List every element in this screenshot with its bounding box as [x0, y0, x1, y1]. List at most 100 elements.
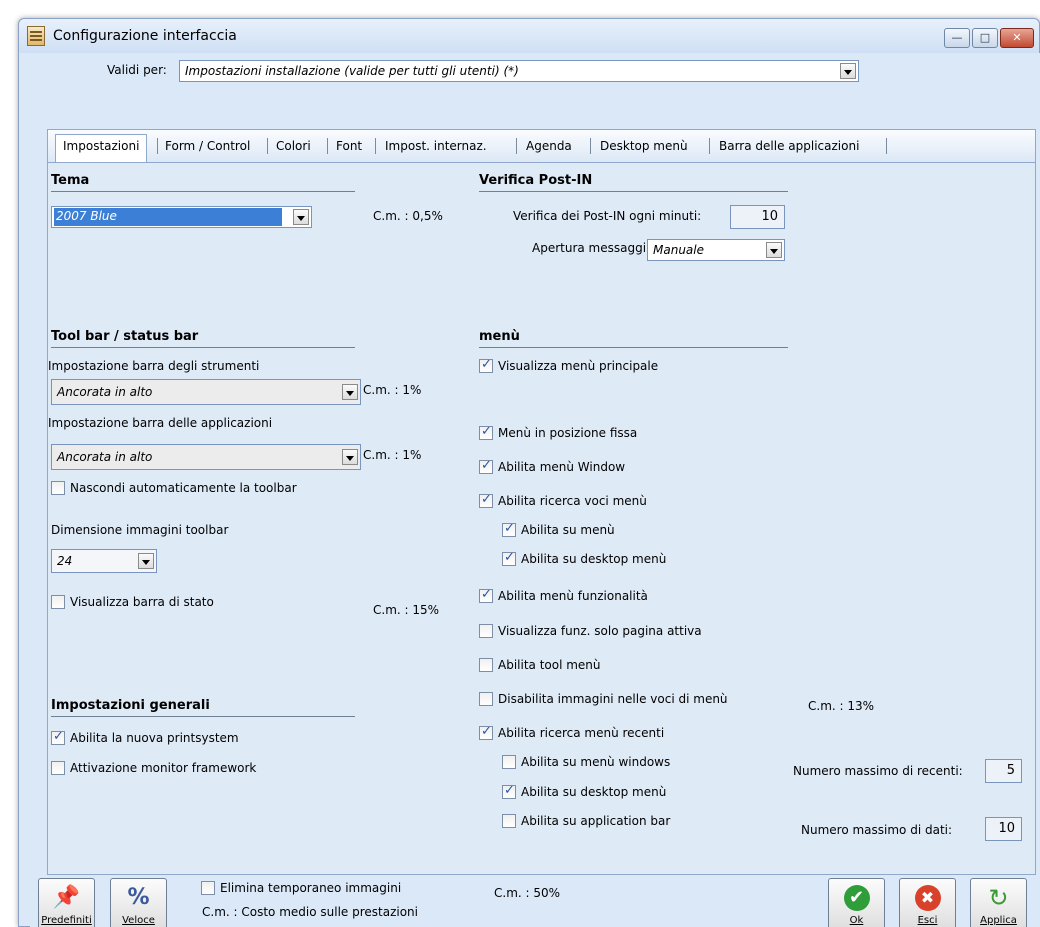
checkbox-box[interactable]: [502, 783, 516, 799]
elimina-temporaneo-label: Elimina temporaneo immagini: [220, 881, 402, 895]
max-dati-field[interactable]: 10: [985, 817, 1022, 841]
dimensione-immagini-label: Dimensione immagini toolbar: [51, 523, 229, 537]
barra-applicazioni-cost: C.m. : 1%: [363, 448, 422, 462]
chevron-down-icon[interactable]: [342, 449, 358, 465]
toolbar-header: Tool bar / status bar: [51, 329, 355, 348]
checkbox-box[interactable]: [479, 424, 493, 440]
tab-impostazioni[interactable]: Impostazioni: [55, 134, 148, 163]
applica-button[interactable]: ↻ Applica: [970, 878, 1027, 927]
menu-principale-checkbox[interactable]: Visualizza menù principale: [479, 357, 659, 373]
refresh-icon: ↻: [988, 884, 1009, 912]
tab-impost-internaz[interactable]: Impost. internaz.: [380, 137, 492, 157]
chevron-down-icon[interactable]: [138, 553, 154, 569]
checkbox-box[interactable]: [51, 729, 65, 745]
menu-window-checkbox[interactable]: Abilita menù Window: [479, 458, 625, 474]
dialog-window: Configurazione interfaccia — □ ✕ Validi …: [18, 18, 1040, 927]
postin-minuti-label: Verifica dei Post-IN ogni minuti:: [513, 209, 702, 223]
validi-select[interactable]: Impostazioni installazione (valide per t…: [179, 60, 859, 82]
applica-label: Applica: [980, 915, 1017, 926]
checkbox-box[interactable]: [502, 521, 516, 537]
disabilita-immagini-checkbox[interactable]: Disabilita immagini nelle voci di menù: [479, 692, 728, 706]
monitor-framework-checkbox[interactable]: Attivazione monitor framework: [51, 761, 256, 775]
checkbox-box[interactable]: [479, 357, 493, 373]
recenti-appbar-label: Abilita su application bar: [521, 814, 671, 828]
percent-icon: %: [127, 885, 150, 910]
checkbox-box[interactable]: [51, 595, 65, 609]
validi-value: Impostazioni installazione (valide per t…: [185, 64, 519, 78]
tab-separator: [709, 138, 710, 154]
tool-menu-checkbox[interactable]: Abilita tool menù: [479, 658, 601, 672]
title-bar[interactable]: Configurazione interfaccia — □ ✕: [19, 19, 1039, 53]
veloce-button[interactable]: % Veloce: [110, 878, 167, 927]
checkbox-box[interactable]: [479, 658, 493, 672]
recenti-desktop-label: Abilita su desktop menù: [521, 785, 667, 799]
chevron-down-icon[interactable]: [342, 384, 358, 400]
funz-pagina-attiva-label: Visualizza funz. solo pagina attiva: [498, 624, 702, 638]
checkbox-box[interactable]: [479, 587, 493, 603]
close-button[interactable]: ✕: [1000, 28, 1034, 48]
ricerca-recenti-checkbox[interactable]: Abilita ricerca menù recenti: [479, 724, 664, 740]
checkbox-box[interactable]: [51, 761, 65, 775]
ok-button[interactable]: ✔ Ok: [828, 878, 885, 927]
checkbox-box[interactable]: [479, 692, 493, 706]
checkbox-box[interactable]: [479, 724, 493, 740]
elimina-temporaneo-checkbox[interactable]: Elimina temporaneo immagini: [201, 881, 401, 895]
tab-barra-applicazioni[interactable]: Barra delle applicazioni: [714, 137, 864, 157]
checkbox-box[interactable]: [502, 755, 516, 769]
dimensione-immagini-select[interactable]: 24: [51, 549, 157, 573]
esci-button[interactable]: ✖ Esci: [899, 878, 956, 927]
recenti-appbar-checkbox[interactable]: Abilita su application bar: [502, 814, 670, 828]
tema-header: Tema: [51, 173, 355, 192]
ricerca-su-desktop-checkbox[interactable]: Abilita su desktop menù: [502, 550, 666, 566]
checkbox-box[interactable]: [479, 458, 493, 474]
minimize-button[interactable]: —: [944, 28, 970, 48]
tab-agenda[interactable]: Agenda: [521, 137, 577, 157]
ok-label: Ok: [849, 915, 864, 926]
checkbox-box[interactable]: [502, 814, 516, 828]
funz-pagina-attiva-checkbox[interactable]: Visualizza funz. solo pagina attiva: [479, 624, 702, 638]
checkbox-box[interactable]: [479, 492, 493, 508]
ricerca-su-menu-checkbox[interactable]: Abilita su menù: [502, 521, 615, 537]
postin-minuti-field[interactable]: 10: [730, 205, 785, 229]
max-recenti-field[interactable]: 5: [985, 759, 1022, 783]
ricerca-voci-label: Abilita ricerca voci menù: [498, 494, 647, 508]
tab-form-control[interactable]: Form / Control: [160, 137, 255, 157]
veloce-label: Veloce: [122, 915, 155, 926]
chevron-down-icon[interactable]: [766, 242, 782, 258]
recenti-menu-windows-checkbox[interactable]: Abilita su menù windows: [502, 755, 670, 769]
ricerca-voci-checkbox[interactable]: Abilita ricerca voci menù: [479, 492, 647, 508]
menu-fissa-checkbox[interactable]: Menù in posizione fissa: [479, 424, 637, 440]
tema-value: 2007 Blue: [54, 208, 282, 226]
tab-colori[interactable]: Colori: [271, 137, 316, 157]
window-title: Configurazione interfaccia: [53, 28, 237, 44]
tab-desktop-menu[interactable]: Desktop menù: [595, 137, 693, 157]
printsystem-checkbox[interactable]: Abilita la nuova printsystem: [51, 729, 239, 745]
barra-applicazioni-value: Ancorata in alto: [57, 450, 153, 464]
checkbox-box[interactable]: [201, 881, 215, 895]
tab-separator: [375, 138, 376, 154]
menu-funzionalita-label: Abilita menù funzionalità: [498, 589, 648, 603]
recenti-desktop-checkbox[interactable]: Abilita su desktop menù: [502, 783, 667, 799]
tab-separator: [327, 138, 328, 154]
tab-font[interactable]: Font: [331, 137, 367, 157]
apertura-select[interactable]: Manuale: [647, 239, 785, 261]
elimina-temporaneo-cost: C.m. : 50%: [494, 886, 561, 900]
maximize-button[interactable]: □: [972, 28, 998, 48]
barra-applicazioni-select[interactable]: Ancorata in alto: [51, 444, 361, 470]
chevron-down-icon[interactable]: [840, 63, 856, 79]
chevron-down-icon[interactable]: [293, 209, 309, 225]
checkbox-box[interactable]: [51, 481, 65, 495]
nascondi-toolbar-checkbox[interactable]: Nascondi automaticamente la toolbar: [51, 481, 297, 495]
predefiniti-button[interactable]: 📌 Predefiniti: [38, 878, 95, 927]
document-icon: 📌: [52, 885, 81, 910]
menu-funzionalita-checkbox[interactable]: Abilita menù funzionalità: [479, 587, 648, 603]
menu-principale-label: Visualizza menù principale: [498, 359, 659, 373]
check-icon: ✔: [843, 885, 870, 911]
barra-stato-checkbox[interactable]: Visualizza barra di stato: [51, 595, 214, 609]
tab-separator: [157, 138, 158, 154]
checkbox-box[interactable]: [479, 624, 493, 638]
validi-label: Validi per:: [107, 63, 167, 77]
barra-strumenti-select[interactable]: Ancorata in alto: [51, 379, 361, 405]
tema-select[interactable]: 2007 Blue: [51, 206, 312, 228]
checkbox-box[interactable]: [502, 550, 516, 566]
